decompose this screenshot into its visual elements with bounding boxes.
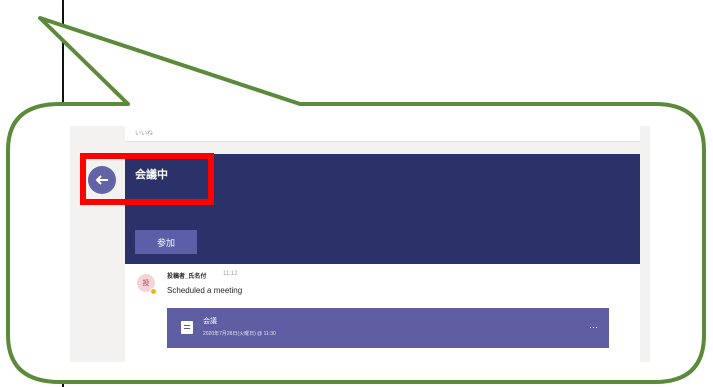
- avatar-initial: 投: [142, 280, 150, 287]
- message-card: 投 投稿者_氏名付 11:12 Scheduled a meeting 会議 2…: [125, 264, 640, 362]
- sender-name: 投稿者_氏名付: [167, 274, 207, 280]
- previous-message-card: いいね: [125, 126, 640, 142]
- meeting-card-date: 2020年7月28日(火曜日) @ 11:30: [203, 331, 276, 337]
- annotated-screenshot: いいね 会議中 参加 投 投稿者_氏名付 11:12 Scheduled a m…: [0, 0, 713, 387]
- more-options-icon[interactable]: ···: [589, 322, 598, 332]
- status-away-dot: [150, 288, 157, 295]
- meeting-card[interactable]: 会議 2020年7月28日(火曜日) @ 11:30 ···: [167, 308, 609, 348]
- message-timestamp: 11:12: [223, 271, 238, 277]
- previous-message-text: いいね: [135, 131, 154, 137]
- highlight-box: [80, 153, 214, 205]
- message-text: Scheduled a meeting: [167, 286, 243, 295]
- calendar-icon: [181, 321, 193, 334]
- join-button[interactable]: 参加: [135, 230, 197, 254]
- meeting-card-title: 会議: [203, 318, 217, 325]
